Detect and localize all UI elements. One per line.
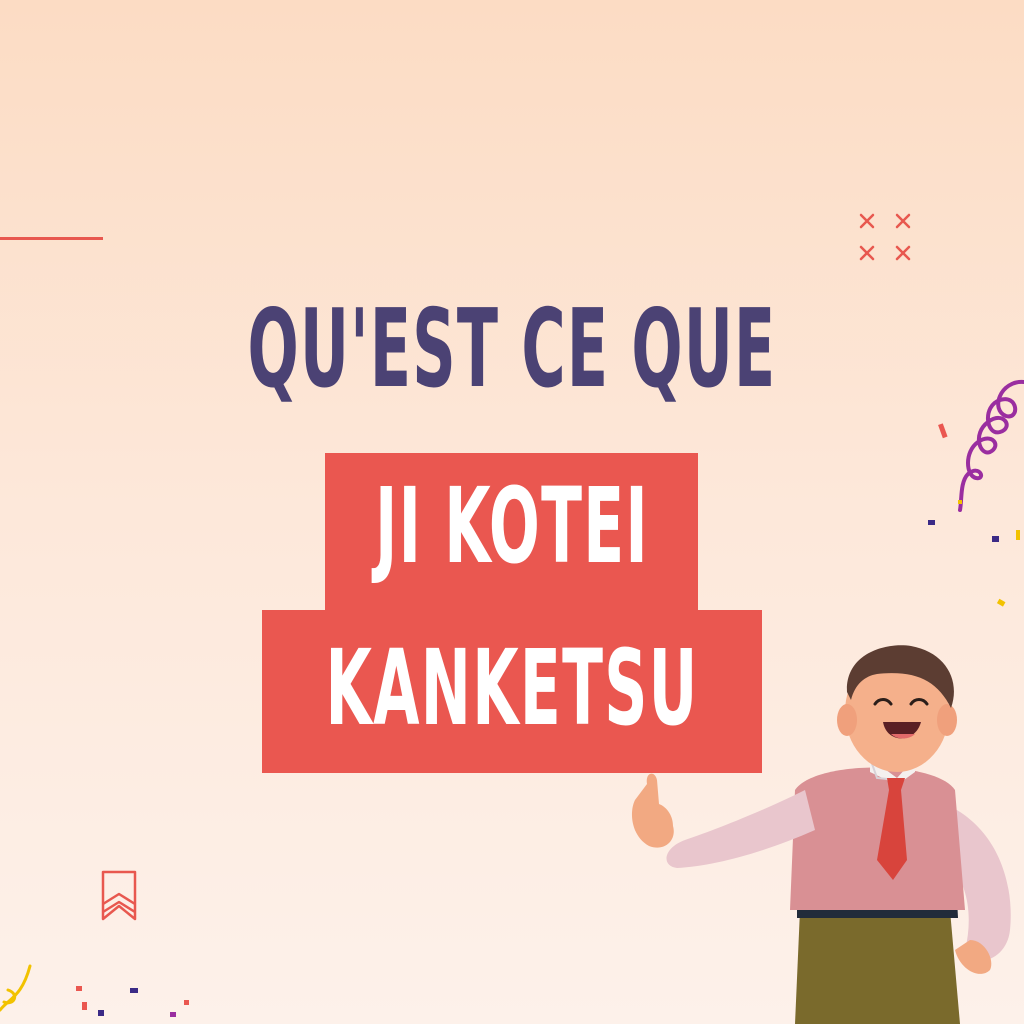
bookmark-icon	[101, 870, 137, 921]
accent-line	[0, 237, 103, 240]
confetti-swirl-icon	[928, 379, 1024, 607]
headline-title: QU'EST CE QUE	[247, 287, 777, 412]
character-thumbs-up-illustration	[631, 645, 1011, 1024]
confetti-icon	[0, 964, 189, 1017]
cross-pattern-icon	[859, 213, 911, 261]
highlight-line-1: JI KOTEI	[375, 465, 649, 587]
